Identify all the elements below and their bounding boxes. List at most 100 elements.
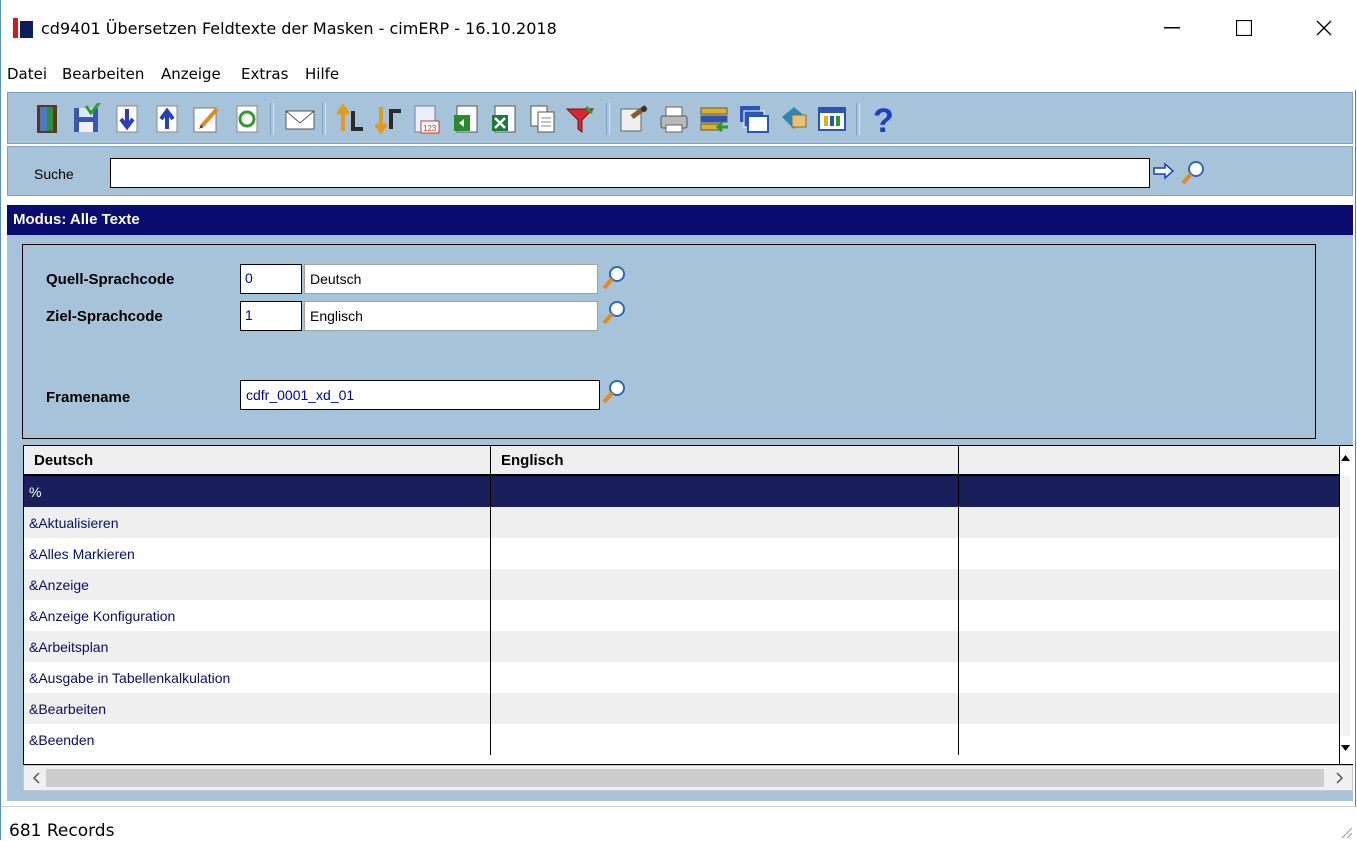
search-lookup-button[interactable]	[1180, 159, 1206, 188]
refresh-icon[interactable]	[228, 100, 264, 138]
target-name-field: Englisch	[304, 301, 598, 331]
close-button[interactable]	[1301, 8, 1347, 48]
vertical-scrollbar[interactable]	[1340, 445, 1353, 765]
table-row[interactable]: &Anzeige Konfiguration	[24, 600, 1339, 631]
sort-ascending-icon[interactable]	[332, 100, 368, 138]
frame-name-label: Framename	[46, 389, 131, 406]
table-cell[interactable]	[491, 693, 959, 724]
export-icon[interactable]	[448, 100, 484, 138]
save-icon[interactable]	[68, 100, 104, 138]
table-cell[interactable]: &Anzeige Konfiguration	[24, 600, 491, 631]
maximize-button[interactable]	[1221, 8, 1267, 48]
table-cell[interactable]	[959, 507, 1339, 538]
table-cell[interactable]: %	[24, 476, 491, 507]
toolbar: 123 ?	[7, 92, 1353, 144]
mail-icon[interactable]	[282, 100, 318, 138]
arrow-right-icon	[1153, 162, 1175, 180]
table-row[interactable]: &Arbeitsplan	[24, 631, 1339, 662]
table-row[interactable]: &Ausgabe in Tabellenkalkulation	[24, 662, 1339, 693]
magnifier-icon	[602, 301, 625, 325]
scroll-down-icon	[1341, 745, 1350, 751]
record-count: 681 Records	[9, 821, 115, 841]
table-row[interactable]: &Aktualisieren	[24, 507, 1339, 538]
print-icon[interactable]	[656, 100, 692, 138]
help-icon[interactable]: ?	[866, 100, 902, 138]
table-cell[interactable]	[959, 569, 1339, 600]
table-cell[interactable]	[959, 662, 1339, 693]
resize-grip-icon	[1341, 827, 1353, 839]
column-header-empty[interactable]	[959, 446, 1339, 476]
table-cell[interactable]	[491, 476, 959, 507]
table-cell[interactable]	[959, 693, 1339, 724]
minimize-icon	[1164, 27, 1180, 29]
table-cell[interactable]	[491, 507, 959, 538]
filter-icon[interactable]	[562, 100, 598, 138]
horizontal-scrollbar[interactable]	[23, 765, 1353, 791]
translation-grid: Deutsch Englisch % &Aktualisieren &Alles M…	[23, 445, 1340, 765]
source-code-field[interactable]: 0	[240, 264, 302, 294]
table-row[interactable]: &Alles Markieren	[24, 538, 1339, 569]
table-cell[interactable]: &Anzeige	[24, 569, 491, 600]
copy-icon[interactable]	[524, 100, 560, 138]
menu-hilfe[interactable]: Hilfe	[305, 65, 339, 83]
table-row[interactable]: &Bearbeiten	[24, 693, 1339, 724]
app-logo-icon	[13, 18, 33, 38]
horizontal-scroll-thumb[interactable]	[46, 769, 1324, 787]
column-header-deutsch[interactable]: Deutsch	[24, 446, 491, 476]
table-cell[interactable]: &Aktualisieren	[24, 507, 491, 538]
menu-anzeige[interactable]: Anzeige	[161, 65, 221, 83]
table-cell[interactable]	[491, 569, 959, 600]
target-code-field[interactable]: 1	[240, 301, 302, 331]
windows-icon[interactable]	[736, 100, 772, 138]
target-language-label: Ziel-Sprachcode	[46, 308, 163, 325]
menu-bearbeiten[interactable]: Bearbeiten	[62, 65, 144, 83]
table-cell[interactable]	[491, 600, 959, 631]
scroll-right-icon	[1336, 772, 1344, 784]
column-header-englisch[interactable]: Englisch	[491, 446, 959, 476]
table-cell[interactable]: &Alles Markieren	[24, 538, 491, 569]
transfer-icon[interactable]	[696, 100, 732, 138]
exit-door-icon[interactable]	[30, 100, 66, 138]
source-language-label: Quell-Sprachcode	[46, 271, 175, 288]
table-cell[interactable]: &Bearbeiten	[24, 693, 491, 724]
close-icon	[1316, 20, 1332, 36]
table-cell[interactable]	[959, 538, 1339, 569]
tag-icon[interactable]	[776, 100, 812, 138]
record-up-icon[interactable]	[148, 100, 184, 138]
table-cell[interactable]: &Ausgabe in Tabellenkalkulation	[24, 662, 491, 693]
table-cell[interactable]	[491, 724, 959, 755]
number-format-icon[interactable]: 123	[408, 100, 444, 138]
properties-icon[interactable]	[616, 100, 652, 138]
table-cell[interactable]	[959, 724, 1339, 755]
filter-form: Quell-Sprachcode 0 Deutsch Ziel-Sprachco…	[22, 244, 1316, 439]
excel-icon[interactable]	[486, 100, 522, 138]
table-cell[interactable]	[959, 631, 1339, 662]
table-cell[interactable]: &Arbeitsplan	[24, 631, 491, 662]
table-row[interactable]: %	[24, 476, 1339, 507]
table-cell[interactable]	[491, 538, 959, 569]
table-cell[interactable]: &Beenden	[24, 724, 491, 755]
frame-name-field[interactable]: cdfr_0001_xd_01	[240, 380, 600, 410]
table-cell[interactable]	[959, 600, 1339, 631]
grid-layout-icon[interactable]	[814, 100, 850, 138]
scroll-up-icon	[1341, 455, 1350, 461]
vertical-scroll-thumb[interactable]	[1341, 476, 1350, 736]
table-cell[interactable]	[491, 631, 959, 662]
source-lookup-button[interactable]	[601, 264, 627, 290]
menu-extras[interactable]: Extras	[241, 65, 288, 83]
search-go-button[interactable]	[1153, 161, 1175, 184]
menu-datei[interactable]: Datei	[7, 65, 47, 83]
target-lookup-button[interactable]	[601, 299, 627, 325]
main-panel: Quell-Sprachcode 0 Deutsch Ziel-Sprachco…	[7, 235, 1353, 801]
table-cell[interactable]	[491, 662, 959, 693]
edit-icon[interactable]	[188, 100, 224, 138]
table-row[interactable]: &Beenden	[24, 724, 1339, 755]
record-down-icon[interactable]	[108, 100, 144, 138]
table-cell[interactable]	[959, 476, 1339, 507]
search-input[interactable]	[110, 158, 1150, 188]
frame-lookup-button[interactable]	[601, 378, 627, 404]
sort-descending-icon[interactable]	[370, 100, 406, 138]
table-row[interactable]: &Anzeige	[24, 569, 1339, 600]
minimize-button[interactable]	[1149, 8, 1195, 48]
application-window: cd9401 Übersetzen Feldtexte der Masken -…	[0, 0, 1357, 841]
